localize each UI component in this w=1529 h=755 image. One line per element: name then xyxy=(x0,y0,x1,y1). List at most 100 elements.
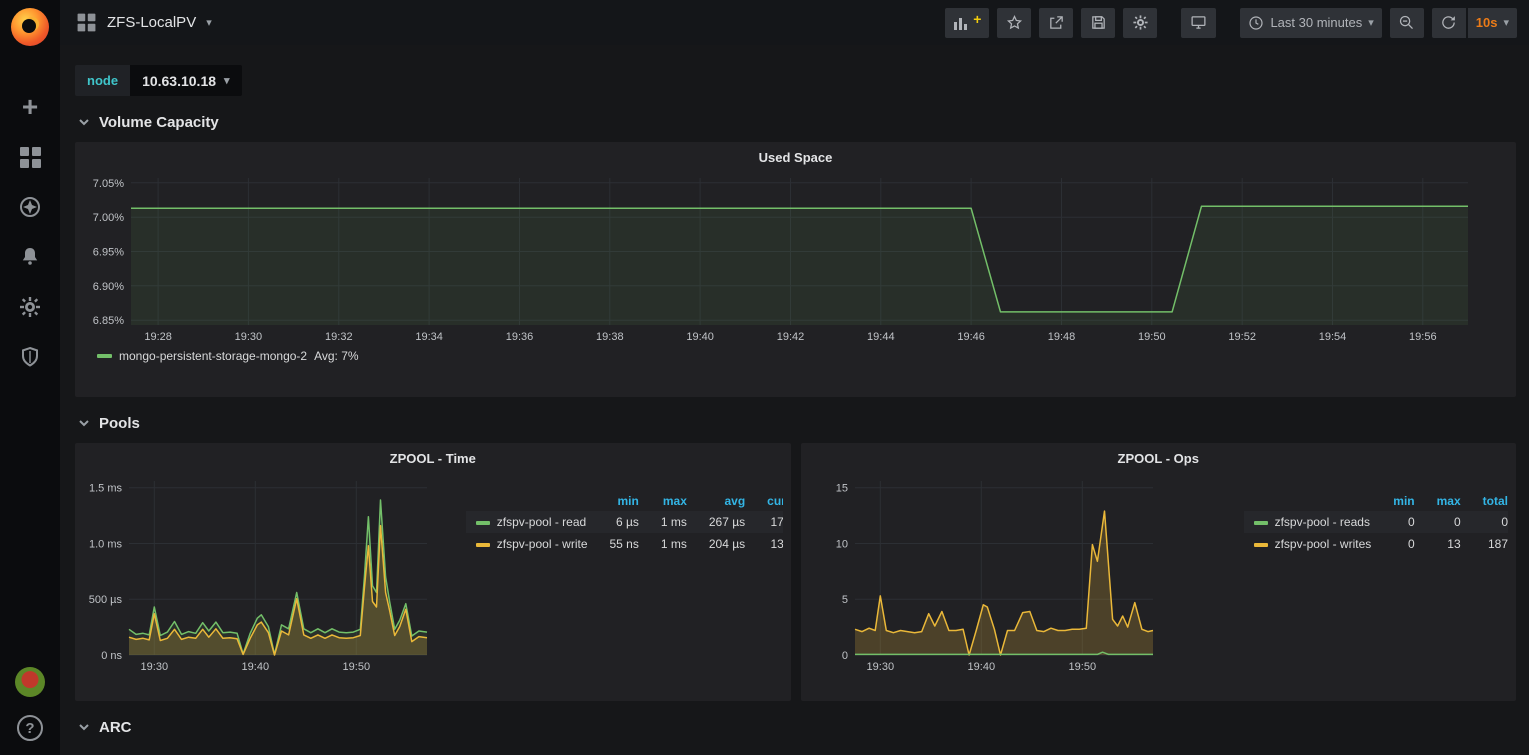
grafana-logo[interactable] xyxy=(11,8,49,46)
server-admin-shield-icon[interactable] xyxy=(13,344,47,370)
help-icon[interactable]: ? xyxy=(17,715,43,741)
legend-col-avg[interactable]: avg xyxy=(687,491,745,511)
alerting-bell-icon[interactable] xyxy=(13,244,47,270)
legend-series-toggle[interactable]: zfspv-pool - reads xyxy=(1244,511,1372,533)
clock-icon xyxy=(1248,15,1264,31)
add-panel-button[interactable]: + xyxy=(945,8,989,38)
bar-chart-icon xyxy=(953,15,971,31)
chevron-down-icon: ▾ xyxy=(1368,16,1374,29)
save-button[interactable] xyxy=(1081,8,1115,38)
svg-text:10: 10 xyxy=(835,539,847,551)
svg-text:19:44: 19:44 xyxy=(867,331,895,343)
refresh-group: 10s ▾ xyxy=(1432,8,1517,38)
legend-series-toggle[interactable]: zfspv-pool - write xyxy=(466,533,588,555)
chevron-down-icon xyxy=(77,115,91,129)
legend-value: 13 xyxy=(1415,533,1461,555)
svg-text:19:30: 19:30 xyxy=(141,661,169,673)
svg-text:19:54: 19:54 xyxy=(1319,331,1347,343)
toolbar: + Last 30 xyxy=(945,8,1517,38)
zoom-out-button[interactable] xyxy=(1390,8,1424,38)
svg-text:19:40: 19:40 xyxy=(967,661,995,673)
chevron-down-icon: ▾ xyxy=(224,74,230,87)
legend-series-toggle[interactable]: zfspv-pool - writes xyxy=(1244,533,1372,555)
legend-row: zfspv-pool - write55 ns1 ms204 µs135 xyxy=(466,533,783,555)
legend-row: zfspv-pool - reads000 xyxy=(1244,511,1508,533)
zpool-time-chart[interactable]: 19:3019:4019:500 ns500 µs1.0 ms1.5 ms xyxy=(83,471,435,677)
svg-text:19:40: 19:40 xyxy=(242,661,270,673)
legend-table: minmaxavgcurrzfspv-pool - read6 µs1 ms26… xyxy=(466,491,783,555)
legend-swatch xyxy=(476,521,490,525)
dashboard-content: node 10.63.10.18 ▾ Volume Capacity Used … xyxy=(60,45,1529,755)
section-volume-capacity[interactable]: Volume Capacity xyxy=(77,110,1516,134)
svg-text:19:50: 19:50 xyxy=(1068,661,1096,673)
panel-title-used-space[interactable]: Used Space xyxy=(83,146,1508,170)
svg-text:19:50: 19:50 xyxy=(1138,331,1166,343)
configuration-gear-icon[interactable] xyxy=(13,294,47,320)
explore-compass-icon[interactable] xyxy=(13,194,47,220)
legend-col-max[interactable]: max xyxy=(1415,491,1461,511)
legend-col-total[interactable]: total xyxy=(1461,491,1508,511)
zoom-out-icon xyxy=(1398,14,1415,31)
svg-text:6.90%: 6.90% xyxy=(93,281,124,293)
legend-series-toggle[interactable]: zfspv-pool - read xyxy=(466,511,588,533)
panel-used-space: Used Space 19:2819:3019:3219:3419:3619:3… xyxy=(75,142,1516,397)
legend-value: 1 ms xyxy=(639,533,687,555)
dashboard-title-button[interactable]: ZFS-LocalPV ▾ xyxy=(76,12,212,33)
legend-avg-stat: Avg: 7% xyxy=(314,349,358,363)
svg-text:5: 5 xyxy=(841,594,847,606)
svg-text:19:30: 19:30 xyxy=(235,331,263,343)
svg-text:19:30: 19:30 xyxy=(866,661,894,673)
share-button[interactable] xyxy=(1039,8,1073,38)
cycle-view-button[interactable] xyxy=(1181,8,1216,38)
dashboards-icon[interactable] xyxy=(13,144,47,170)
legend-col-min[interactable]: min xyxy=(588,491,639,511)
dashboard-settings-button[interactable] xyxy=(1123,8,1157,38)
legend-swatch xyxy=(1254,543,1268,547)
chevron-down-icon: ▾ xyxy=(206,16,212,29)
legend-series-name[interactable]: mongo-persistent-storage-mongo-2 xyxy=(119,349,307,363)
zpool-ops-chart[interactable]: 19:3019:4019:50051015 xyxy=(809,471,1161,677)
dashboard-title: ZFS-LocalPV xyxy=(107,14,196,31)
chevron-down-icon xyxy=(77,720,91,734)
panel-title-zpool-ops[interactable]: ZPOOL - Ops xyxy=(809,447,1509,471)
svg-text:19:56: 19:56 xyxy=(1409,331,1437,343)
legend-value: 204 µs xyxy=(687,533,745,555)
chevron-down-icon: ▾ xyxy=(1503,16,1509,29)
svg-text:15: 15 xyxy=(835,483,847,495)
section-arc[interactable]: ARC xyxy=(77,715,1516,739)
legend-swatch xyxy=(476,543,490,547)
legend-col-max[interactable]: max xyxy=(639,491,687,511)
legend-table: minmaxtotalzfspv-pool - reads000zfspv-po… xyxy=(1244,491,1508,555)
sidebar-bottom: ? xyxy=(15,667,45,755)
legend-value: 1 ms xyxy=(639,511,687,533)
used-space-chart[interactable]: 19:2819:3019:3219:3419:3619:3819:4019:42… xyxy=(83,170,1508,347)
sidebar-menu: + xyxy=(13,94,47,370)
left-sidebar: + ? xyxy=(0,0,60,755)
variable-node-dropdown[interactable]: node 10.63.10.18 ▾ xyxy=(75,65,242,96)
pools-panel-row: ZPOOL - Time 19:3019:4019:500 ns500 µs1.… xyxy=(75,443,1516,701)
panel-zpool-time: ZPOOL - Time 19:3019:4019:500 ns500 µs1.… xyxy=(75,443,791,701)
panel-title-zpool-time[interactable]: ZPOOL - Time xyxy=(83,447,783,471)
svg-text:19:46: 19:46 xyxy=(957,331,985,343)
refresh-button[interactable] xyxy=(1432,8,1466,38)
legend-value: 55 ns xyxy=(588,533,639,555)
refresh-interval-dropdown[interactable]: 10s ▾ xyxy=(1468,8,1517,38)
star-icon xyxy=(1006,14,1023,31)
svg-text:1.5 ms: 1.5 ms xyxy=(89,483,123,495)
plus-icon: + xyxy=(973,11,981,27)
legend-value: 187 xyxy=(1461,533,1508,555)
svg-text:7.05%: 7.05% xyxy=(93,178,124,190)
panel-zpool-ops: ZPOOL - Ops 19:30 19:40 19:50 0 5 10 15 minmax… xyxy=(801,443,1517,701)
legend-col-curr[interactable]: curr xyxy=(745,491,782,511)
share-icon xyxy=(1048,14,1065,31)
star-button[interactable] xyxy=(997,8,1031,38)
monitor-icon xyxy=(1189,14,1208,31)
section-pools[interactable]: Pools xyxy=(77,411,1516,435)
time-range-button[interactable]: Last 30 minutes ▾ xyxy=(1240,8,1381,38)
legend-value: 0 xyxy=(1371,533,1414,555)
svg-text:19:36: 19:36 xyxy=(506,331,534,343)
user-avatar[interactable] xyxy=(15,667,45,697)
svg-text:19:34: 19:34 xyxy=(415,331,443,343)
create-icon[interactable]: + xyxy=(13,94,47,120)
legend-col-min[interactable]: min xyxy=(1371,491,1414,511)
